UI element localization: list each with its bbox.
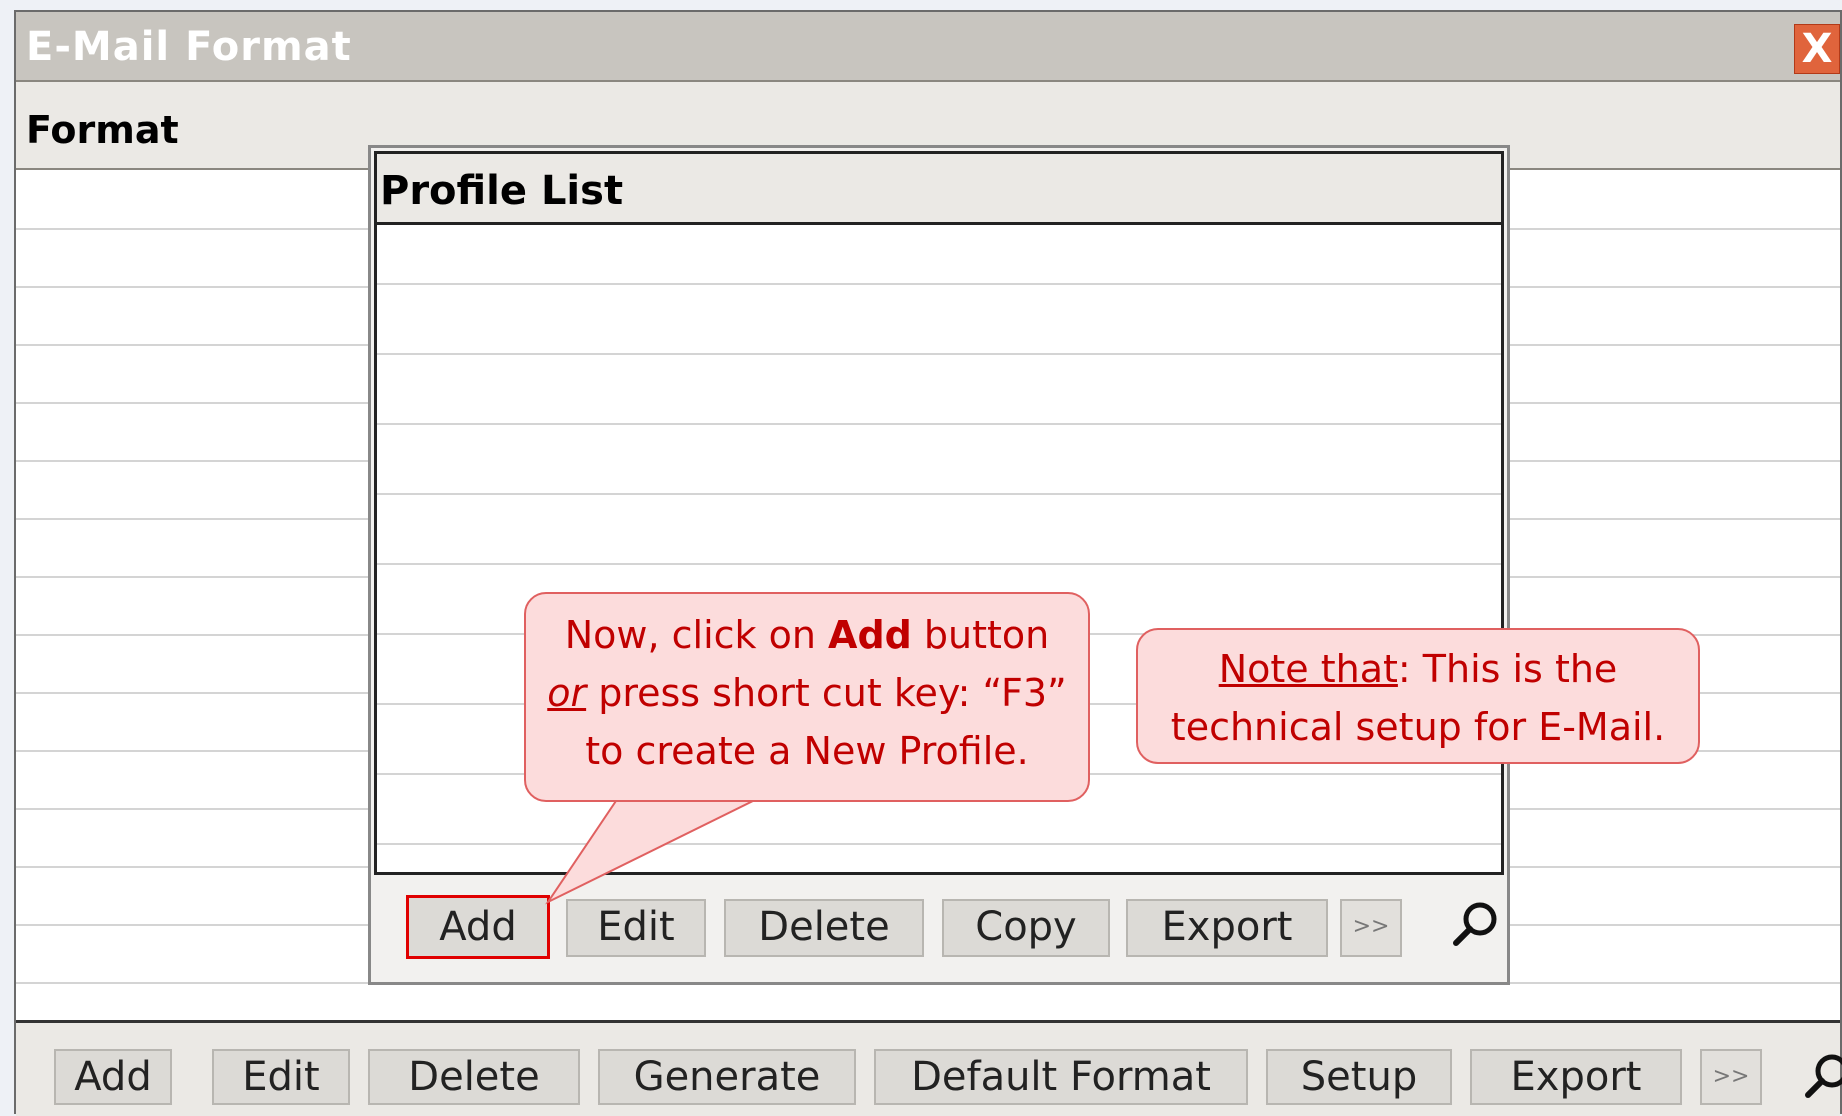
callout-text: press short cut key: “F3”	[586, 671, 1067, 715]
note-label: Note that	[1218, 647, 1398, 691]
callout-pointer	[545, 794, 766, 905]
callout-text: button	[911, 613, 1050, 657]
callout-line-3: to create a New Profile.	[585, 729, 1029, 773]
callout-line-1: Now, click on Add button	[526, 606, 1088, 664]
callout-emphasis: or	[547, 671, 587, 715]
note-text: : This is the	[1397, 647, 1618, 691]
callout-text: Now, click on	[564, 613, 829, 657]
add-hint-callout: Now, click on Add button or press short …	[524, 592, 1090, 802]
note-line-2: technical setup for E-Mail.	[1170, 705, 1666, 749]
callout-emphasis: Add	[828, 613, 912, 657]
note-line-1: Note that: This is the	[1138, 640, 1698, 698]
callout-line-2: or press short cut key: “F3”	[526, 664, 1088, 722]
note-callout: Note that: This is the technical setup f…	[1136, 628, 1700, 764]
